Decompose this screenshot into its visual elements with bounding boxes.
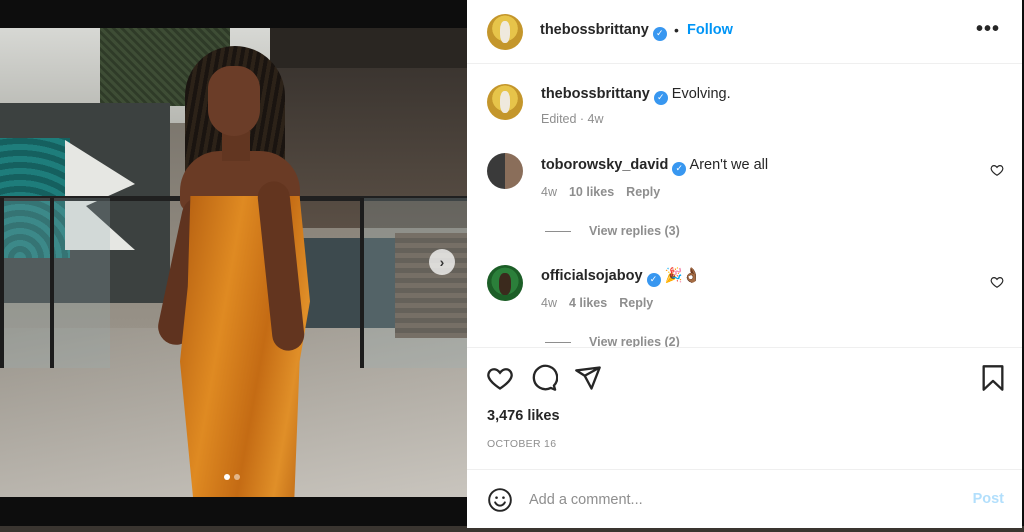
comment-icon[interactable] [530,364,558,392]
author-username[interactable]: thebossbrittany ✓ [540,22,667,41]
bookmark-icon[interactable] [979,364,1007,392]
verified-badge-icon: ✓ [672,161,687,176]
share-icon[interactable] [574,364,602,392]
divider [545,341,571,343]
comment-text: 🎉👌🏾 [664,268,701,284]
more-options-button[interactable]: ••• [976,18,1000,41]
carousel-next-button[interactable]: › [429,249,455,275]
comment-username[interactable]: officialsojaboy [541,268,643,284]
post-panel: thebossbrittany ✓ • Follow ••• thebossbri… [467,0,1022,528]
comment-meta: 4w 10 likes Reply [541,185,672,199]
post-media[interactable]: › [0,28,467,497]
verified-badge-icon: ✓ [652,26,667,41]
reply-button[interactable]: Reply [626,185,660,199]
view-replies-label[interactable]: View replies (3) [589,224,680,238]
carousel-indicator [224,474,240,480]
divider [545,230,571,232]
heart-icon[interactable] [990,163,1004,177]
likes-count[interactable]: 3,476 likes [487,408,560,424]
post-header: thebossbrittany ✓ • Follow ••• [467,0,1022,64]
carousel-dot [224,474,230,480]
comment: toborowsky_david ✓ Aren't we all [541,157,768,176]
carousel-dot [234,474,240,480]
photo-glass-panel [360,198,467,368]
comment: officialsojaboy ✓ 🎉👌🏾 [541,267,701,287]
photo-subject [150,46,320,497]
caption-text: Evolving. [671,86,731,102]
follow-button[interactable]: Follow [687,22,733,38]
avatar[interactable] [487,14,523,50]
comment-likes[interactable]: 10 likes [569,185,614,199]
heart-icon[interactable] [990,275,1004,289]
verified-badge-icon: ✓ [646,272,661,287]
caption-meta: Edited · 4w [541,112,604,126]
heart-icon[interactable] [486,364,514,392]
comment-age: 4w [541,185,557,199]
chevron-right-icon: › [439,254,445,270]
post-button[interactable]: Post [973,491,1004,507]
comment-username[interactable]: toborowsky_david [541,157,668,173]
photo-glass-panel [0,198,50,368]
photo-subject-face [208,66,260,136]
comment-likes[interactable]: 4 likes [569,296,607,310]
action-bar: 3,476 likes OCTOBER 16 [467,347,1022,469]
view-replies-label[interactable]: View replies (2) [589,335,680,347]
separator-dot: • [674,22,679,38]
add-comment-bar: Post [467,469,1022,528]
comment-text: Aren't we all [689,157,769,173]
view-replies-button[interactable]: View replies (2) [545,335,680,347]
comment-age: 4w [541,296,557,310]
caption: thebossbrittany ✓ Evolving. [541,86,731,105]
emoji-icon[interactable] [487,487,513,513]
photo-glass-panel [50,198,110,368]
verified-badge-icon: ✓ [653,90,668,105]
avatar[interactable] [487,84,523,120]
post-date: OCTOBER 16 [487,438,557,450]
comment-meta: 4w 4 likes Reply [541,296,665,310]
author-username-text[interactable]: thebossbrittany [540,22,649,38]
caption-username[interactable]: thebossbrittany [541,86,650,102]
avatar[interactable] [487,265,523,301]
reply-button[interactable]: Reply [619,296,653,310]
comment-input[interactable] [529,488,949,512]
avatar[interactable] [487,153,523,189]
view-replies-button[interactable]: View replies (3) [545,224,680,238]
comments-list[interactable]: thebossbrittany ✓ Evolving. Edited · 4w t… [467,65,1022,347]
